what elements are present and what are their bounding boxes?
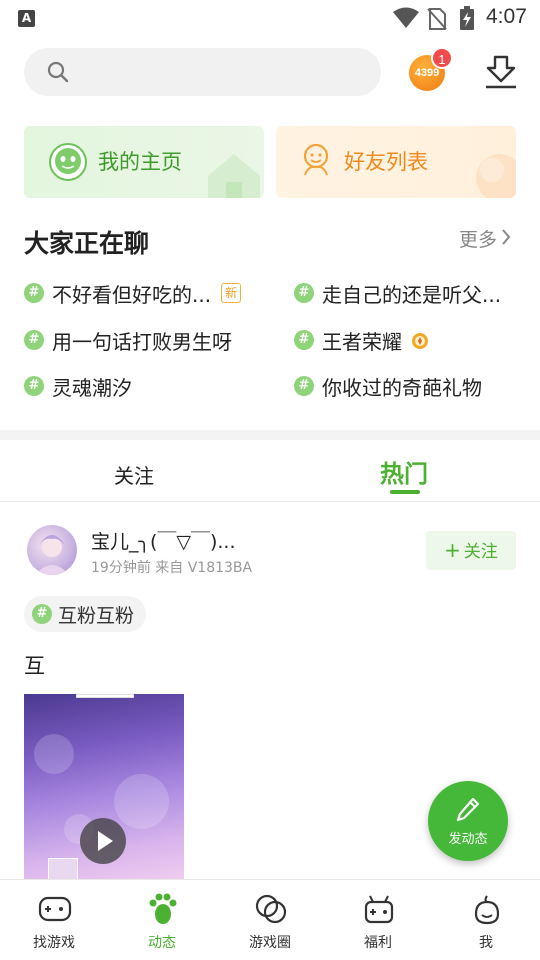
friends-icon [303,143,329,176]
nav-label: 游戏圈 [249,935,291,951]
topic-item[interactable]: # 不好看但好吃的... 新 [24,278,242,308]
section-title: 大家正在聊 [24,229,150,258]
nav-feed[interactable]: 动态 [108,880,216,960]
section-divider [0,430,540,440]
topic-item[interactable]: # 王者荣耀 [294,325,430,355]
hot-icon [412,333,428,349]
more-link[interactable]: 更多 [459,225,511,252]
play-icon [98,831,113,851]
topic-text: 不好看但好吃的... [52,282,212,307]
friends-list-label: 好友列表 [344,150,428,174]
nav-label: 我 [479,935,493,951]
hashtag-icon: # [24,376,44,396]
no-sim-icon [427,8,447,30]
topic-text: 走自己的还是听父... [322,282,502,307]
circles-icon [255,894,287,924]
clock: 4:07 [486,5,527,28]
video-status-bar [76,694,134,698]
new-badge: 新 [221,283,242,303]
follow-button[interactable]: + 关注 [426,531,516,570]
topic-item[interactable]: # 你收过的奇葩礼物 [294,371,482,401]
nav-label: 找游戏 [33,935,75,951]
tab-divider [0,501,540,502]
gamepad-icon [38,896,72,922]
username[interactable]: 宝儿_╮(￣▽￣)... [91,527,236,554]
hashtag-icon: # [24,330,44,350]
topic-item[interactable]: # 灵魂潮汐 [24,371,132,401]
my-homepage-card[interactable]: 我的主页 [24,126,264,198]
topic-item[interactable]: # 走自己的还是听父... [294,278,501,308]
nav-me[interactable]: 我 [432,880,540,960]
search-input[interactable] [24,48,381,96]
follow-label: 关注 [463,542,498,562]
bottom-nav: 找游戏 动态 游戏圈 福利 我 [0,879,540,960]
wifi-icon [393,7,419,28]
gift-gamepad-icon [364,895,394,924]
hashtag-icon: # [32,604,52,624]
face-icon [49,143,87,181]
friends-list-card[interactable]: 好友列表 [276,126,516,198]
play-button[interactable] [80,818,126,864]
paw-icon [149,893,177,924]
topic-text: 王者荣耀 [322,329,402,354]
topic-text: 灵魂潮汐 [52,375,132,400]
chevron-right-icon [502,229,511,245]
house-icon [208,154,260,198]
tab-follow[interactable]: 关注 [114,460,154,489]
post-topic-chip[interactable]: # 互粉互粉 [24,596,147,632]
notification-badge: 1 [431,47,453,69]
post-content: 互 [24,654,45,678]
tab-hot[interactable]: 热门 [380,454,428,489]
nav-label: 动态 [148,935,176,951]
tab-indicator [390,490,420,494]
nav-find-games[interactable]: 找游戏 [0,880,108,960]
pencil-icon [456,797,480,822]
more-label: 更多 [459,229,498,251]
my-homepage-label: 我的主页 [98,150,182,174]
keyboard-a-icon: A [18,10,35,27]
video-thumb [48,858,78,880]
hashtag-icon: # [24,283,44,303]
post-meta: 19分钟前 来自 V1813BA [91,560,253,576]
topic-text: 你收过的奇葩礼物 [322,375,482,400]
profile-icon [474,895,500,925]
plus-icon: + [444,538,461,562]
post-topic-text: 互粉互粉 [58,604,135,627]
topic-item[interactable]: # 用一句话打败男生呀 [24,325,232,355]
hashtag-icon: # [294,283,314,303]
avatar-image [35,535,69,575]
nav-label: 福利 [364,935,392,951]
nav-welfare[interactable]: 福利 [324,880,432,960]
hashtag-icon: # [294,330,314,350]
download-icon[interactable] [484,54,518,90]
battery-charging-icon [460,6,474,30]
post-status-button[interactable]: 发动态 [428,781,508,861]
ball-icon [476,154,516,198]
hashtag-icon: # [294,376,314,396]
nav-game-circle[interactable]: 游戏圈 [216,880,324,960]
bokeh [34,734,74,774]
topic-text: 用一句话打败男生呀 [52,329,232,354]
post-status-label: 发动态 [448,832,488,847]
status-bar: A 4:07 [0,0,540,36]
search-icon [47,61,69,83]
avatar[interactable] [27,525,77,575]
